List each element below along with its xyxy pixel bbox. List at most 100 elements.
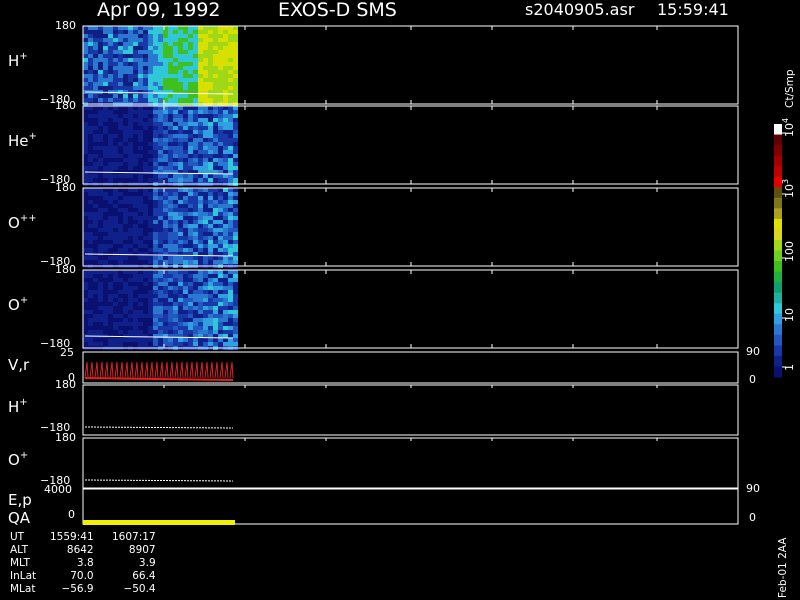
spectrogram-cell — [193, 260, 198, 264]
spectrogram-cell — [153, 130, 158, 134]
spectrogram-cell — [88, 130, 93, 134]
spectrogram-cell — [128, 142, 133, 146]
spectrogram-cell — [123, 256, 128, 260]
spectrogram-cell — [118, 314, 123, 318]
spectrogram-cell — [178, 192, 183, 196]
spectrogram-cell — [103, 126, 108, 130]
spectrogram-cell — [178, 240, 183, 244]
spectrogram-cell — [108, 142, 113, 146]
velocity-spike — [184, 361, 189, 379]
spectrogram-cell — [83, 196, 88, 200]
spectrogram-cell — [88, 248, 93, 252]
spectrogram-cell — [108, 134, 113, 138]
spectrogram-cell — [93, 162, 98, 166]
spectrogram-cell — [133, 270, 138, 274]
spectrogram-cell — [213, 338, 218, 342]
spectrogram-cell — [183, 302, 188, 306]
spectrogram-cell — [118, 216, 123, 220]
spectrogram-cell — [153, 78, 158, 82]
spectrogram-cell — [173, 256, 178, 260]
spectrogram-cell — [123, 204, 128, 208]
spectrogram-cell — [128, 298, 133, 302]
spectrogram-cell — [198, 122, 203, 126]
spectrogram-cell — [213, 260, 218, 264]
spectrogram-cell — [168, 260, 173, 264]
spectrogram-cell — [208, 298, 213, 302]
spectrogram-cell — [188, 298, 193, 302]
spectrogram-cell — [148, 330, 153, 334]
spectrogram-cell — [198, 228, 203, 232]
spectrogram-cell — [108, 26, 113, 30]
spectrogram-cell — [178, 138, 183, 142]
spectrogram-cell — [113, 86, 118, 90]
spectrogram-cell — [203, 178, 208, 182]
spectrogram-cell — [203, 150, 208, 154]
spectrogram-cell — [103, 338, 108, 342]
colorbar-tick-1e4-exp: 4 — [781, 118, 790, 123]
spectrogram-cell — [113, 118, 118, 122]
spectrogram-cell — [223, 232, 228, 236]
spectrogram-cell — [193, 66, 198, 70]
panel-label-charge: + — [19, 397, 27, 408]
spectrogram-cell — [218, 98, 223, 102]
spectrogram-cell — [113, 322, 118, 326]
spectrogram-cell — [208, 342, 213, 346]
spectrogram-cell — [103, 66, 108, 70]
spectrogram-cell — [98, 130, 103, 134]
spectrogram-cell — [158, 174, 163, 178]
spectrogram-cell — [148, 114, 153, 118]
spectrogram-cell — [153, 126, 158, 130]
spectrogram-cell — [83, 134, 88, 138]
spectrogram-cell — [118, 62, 123, 66]
spectrogram-cell — [113, 138, 118, 142]
spectrogram-cell — [133, 200, 138, 204]
spectrogram-cell — [228, 46, 233, 50]
spectrogram-cell — [93, 244, 98, 248]
spectrogram-cell — [183, 204, 188, 208]
spectrogram-cell — [208, 30, 213, 34]
spectrogram-cell — [178, 302, 183, 306]
spectrogram-cell — [123, 294, 128, 298]
spectrogram-cell — [113, 46, 118, 50]
spectrogram-cell — [118, 322, 123, 326]
spectrogram-cell — [198, 278, 203, 282]
spectrogram-cell — [118, 114, 123, 118]
spectrogram-cell — [138, 70, 143, 74]
spectrogram-cell — [93, 146, 98, 150]
vr-velocity-trace — [84, 361, 234, 381]
spectrogram-cell — [228, 298, 233, 302]
spectrogram-cell — [228, 166, 233, 170]
spectrogram-cell — [93, 106, 98, 110]
spectrogram-cell — [138, 130, 143, 134]
spectrogram-cell — [128, 42, 133, 46]
spectrogram-cell — [193, 130, 198, 134]
spectrogram-cell — [203, 192, 208, 196]
spectrogram-cell — [178, 278, 183, 282]
spectrogram-cell — [203, 298, 208, 302]
spectrogram-cell — [193, 220, 198, 224]
spectrogram-cell — [128, 282, 133, 286]
spectrogram-cell — [113, 162, 118, 166]
spectrogram-cell — [203, 342, 208, 346]
spectrogram-cell — [208, 134, 213, 138]
spectrogram-cell — [138, 220, 143, 224]
spectrogram-cell — [218, 138, 223, 142]
spectrogram-cell — [188, 212, 193, 216]
spectrogram-cell — [168, 232, 173, 236]
spectrogram-cell — [213, 58, 218, 62]
spectrogram-cell — [128, 26, 133, 30]
spectrogram-cell — [168, 204, 173, 208]
spectrogram-cell — [233, 106, 238, 110]
spectrogram-cell — [218, 50, 223, 54]
spectrogram-cell — [178, 174, 183, 178]
spectrogram-cell — [228, 106, 233, 110]
spectrogram-cell — [228, 158, 233, 162]
spectrogram-cell — [193, 146, 198, 150]
spectrogram-cell — [233, 200, 238, 204]
spectrogram-cell — [208, 42, 213, 46]
spectrogram-cell — [163, 50, 168, 54]
spectrogram-cell — [143, 220, 148, 224]
spectrogram-cell — [193, 106, 198, 110]
spectrogram-cell — [223, 26, 228, 30]
spectrogram-cell — [158, 26, 163, 30]
